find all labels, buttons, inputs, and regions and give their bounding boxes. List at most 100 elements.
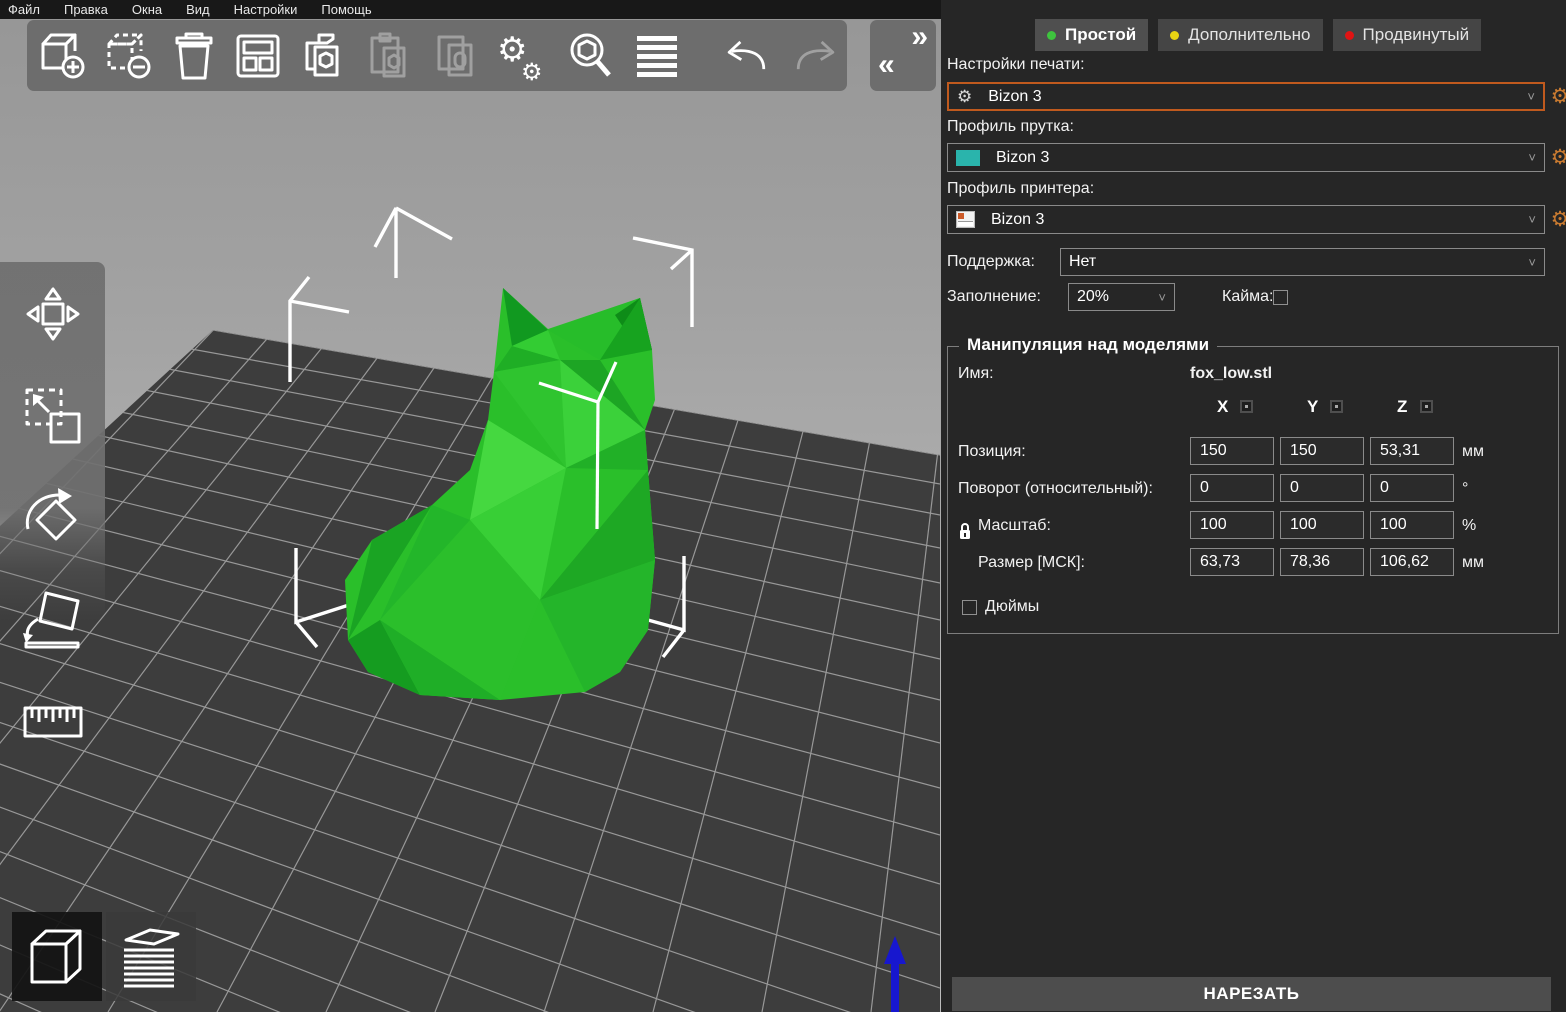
position-z-input[interactable] bbox=[1370, 437, 1454, 465]
duplicate-icon bbox=[429, 29, 483, 83]
print-settings-select[interactable]: ⚙ Bizon 3 ˅ bbox=[947, 82, 1545, 111]
rotation-unit: ° bbox=[1462, 480, 1468, 498]
brim-checkbox[interactable] bbox=[1273, 290, 1288, 305]
layer-view-button[interactable] bbox=[106, 912, 196, 1001]
menu-edit[interactable]: Правка bbox=[64, 2, 108, 17]
undo-button[interactable] bbox=[717, 27, 775, 85]
menu-view[interactable]: Вид bbox=[186, 2, 210, 17]
layers-icon bbox=[116, 924, 186, 990]
layers-list-button[interactable] bbox=[631, 27, 683, 85]
marker-orientation-arrow-barb bbox=[396, 208, 452, 239]
chevron-down-icon: ˅ bbox=[1527, 89, 1535, 104]
solid-view-button[interactable] bbox=[12, 912, 102, 1001]
scale-z-input[interactable] bbox=[1370, 511, 1454, 539]
copy-icon bbox=[297, 29, 351, 83]
paste-icon bbox=[363, 29, 417, 83]
size-label: Размер [МСК]: bbox=[978, 554, 1085, 572]
inspect-icon bbox=[563, 28, 619, 84]
printer-icon bbox=[956, 211, 975, 228]
lay-flat-icon bbox=[20, 587, 86, 653]
yellow-dot-icon bbox=[1170, 31, 1179, 40]
support-value: Нет bbox=[1069, 253, 1522, 271]
tab-expert[interactable]: Продвинутый bbox=[1333, 19, 1482, 51]
menu-bar: Файл Правка Окна Вид Настройки Помощь bbox=[0, 0, 941, 19]
viewport-3d-scene[interactable] bbox=[0, 0, 941, 1012]
ruler-icon bbox=[20, 694, 86, 750]
green-dot-icon bbox=[1047, 31, 1056, 40]
position-y-input[interactable] bbox=[1280, 437, 1364, 465]
inspect-model-button[interactable] bbox=[563, 27, 619, 85]
print-settings-value: Bizon 3 bbox=[988, 88, 1521, 106]
measure-tool-button[interactable] bbox=[19, 688, 87, 756]
axis-y-icon[interactable] bbox=[1330, 400, 1343, 413]
printer-profile-select[interactable]: Bizon 3 ˅ bbox=[947, 205, 1545, 234]
printer-profile-gear-button[interactable]: ⚙ bbox=[1549, 209, 1566, 231]
print-settings-gear-button[interactable]: ⚙ bbox=[1549, 86, 1566, 108]
position-x-input[interactable] bbox=[1190, 437, 1274, 465]
filament-profile-select[interactable]: Bizon 3 ˅ bbox=[947, 143, 1545, 172]
printer-profile-label: Профиль принтера: bbox=[947, 180, 1094, 198]
axis-header-x: X bbox=[1217, 397, 1228, 417]
scale-x-input[interactable] bbox=[1190, 511, 1274, 539]
tab-simple[interactable]: Простой bbox=[1035, 19, 1148, 51]
position-label: Позиция: bbox=[958, 443, 1026, 461]
size-x-input[interactable] bbox=[1190, 548, 1274, 576]
infill-select[interactable]: 20% ˅ bbox=[1068, 283, 1175, 311]
filament-profile-gear-button[interactable]: ⚙ bbox=[1549, 147, 1566, 169]
support-select[interactable]: Нет ˅ bbox=[1060, 248, 1545, 276]
layers-list-icon bbox=[631, 30, 683, 82]
copy-model-button[interactable] bbox=[297, 27, 351, 85]
tab-advanced-label: Дополнительно bbox=[1188, 25, 1310, 45]
menu-help[interactable]: Помощь bbox=[321, 2, 371, 17]
add-model-button[interactable] bbox=[37, 27, 91, 85]
redo-icon bbox=[787, 30, 845, 82]
chevron-down-icon: ˅ bbox=[1158, 290, 1166, 305]
duplicate-model-button[interactable] bbox=[429, 27, 483, 85]
transform-tool-panel bbox=[0, 262, 105, 775]
axis-z-icon[interactable] bbox=[1420, 400, 1433, 413]
main-toolbar: ⚙ ⚙ bbox=[27, 20, 847, 91]
delete-all-button[interactable] bbox=[169, 27, 219, 85]
scale-tool-button[interactable] bbox=[19, 382, 87, 450]
brim-label: Кайма: bbox=[1222, 288, 1274, 306]
support-label: Поддержка: bbox=[947, 253, 1035, 271]
inches-checkbox[interactable] bbox=[962, 600, 977, 615]
size-z-input[interactable] bbox=[1370, 548, 1454, 576]
manipulation-group-title: Манипуляция над моделями bbox=[959, 335, 1217, 355]
size-y-input[interactable] bbox=[1280, 548, 1364, 576]
menu-settings[interactable]: Настройки bbox=[234, 2, 298, 17]
axis-x-icon[interactable] bbox=[1240, 400, 1253, 413]
menu-windows[interactable]: Окна bbox=[132, 2, 162, 17]
menu-file[interactable]: Файл bbox=[8, 2, 40, 17]
profile-gear-icon: ⚙ bbox=[957, 87, 972, 107]
lock-icon[interactable] bbox=[958, 522, 972, 541]
filament-profile-label: Профиль прутка: bbox=[947, 118, 1074, 136]
add-model-icon bbox=[37, 29, 91, 83]
paste-model-button[interactable] bbox=[363, 27, 417, 85]
settings-gears-button[interactable]: ⚙ ⚙ bbox=[495, 27, 551, 85]
viewport-3d[interactable] bbox=[0, 0, 941, 1012]
arrange-plate-button[interactable] bbox=[231, 27, 285, 85]
slice-button[interactable]: НАРЕЗАТЬ bbox=[952, 977, 1551, 1011]
redo-button[interactable] bbox=[787, 27, 845, 85]
chevron-down-icon: ˅ bbox=[1528, 212, 1536, 227]
infill-label: Заполнение: bbox=[947, 288, 1041, 306]
rotate-tool-button[interactable] bbox=[19, 484, 87, 552]
scale-y-input[interactable] bbox=[1280, 511, 1364, 539]
rotate-icon bbox=[20, 485, 86, 551]
cube-icon bbox=[24, 924, 90, 990]
inches-label: Дюймы bbox=[985, 598, 1039, 616]
collapse-panel-button[interactable]: » « bbox=[870, 20, 936, 91]
view-mode-buttons bbox=[12, 912, 196, 1001]
lay-flat-tool-button[interactable] bbox=[19, 586, 87, 654]
axis-header-z: Z bbox=[1397, 397, 1407, 417]
rotation-z-input[interactable] bbox=[1370, 474, 1454, 502]
rotation-label: Поворот (относительный): bbox=[958, 480, 1153, 498]
remove-model-button[interactable] bbox=[103, 27, 157, 85]
rotation-x-input[interactable] bbox=[1190, 474, 1274, 502]
marker-back-left-arm bbox=[290, 301, 349, 312]
mode-tabs: Простой Дополнительно Продвинутый bbox=[1035, 19, 1481, 51]
rotation-y-input[interactable] bbox=[1280, 474, 1364, 502]
tab-advanced[interactable]: Дополнительно bbox=[1158, 19, 1322, 51]
move-tool-button[interactable] bbox=[19, 280, 87, 348]
